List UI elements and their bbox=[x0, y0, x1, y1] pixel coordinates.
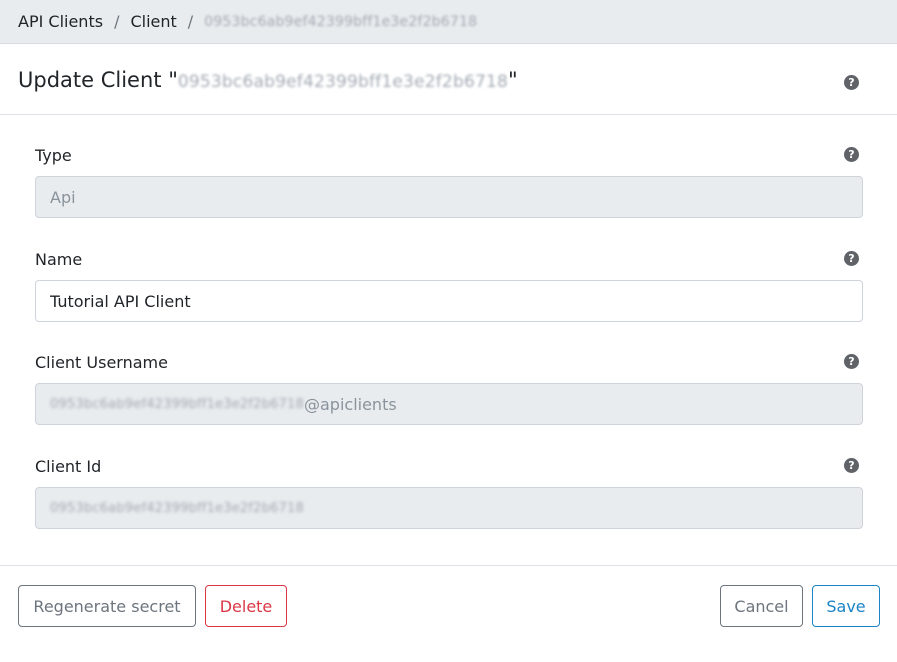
page-title-client-id: 0953bc6ab9ef42399bff1e3e2f2b6718 bbox=[177, 72, 509, 92]
breadcrumb-item-api-clients[interactable]: API Clients bbox=[18, 12, 103, 31]
client-username-field: 0953bc6ab9ef42399bff1e3e2f2b6718 @apiclie… bbox=[35, 383, 863, 425]
help-icon[interactable]: ? bbox=[844, 75, 859, 90]
name-input[interactable] bbox=[35, 280, 863, 322]
client-id-label: Client Id bbox=[35, 457, 102, 476]
breadcrumb-item-client[interactable]: Client bbox=[130, 12, 176, 31]
client-username-label: Client Username bbox=[35, 353, 168, 372]
modal-header: Update Client "0953bc6ab9ef42399bff1e3e2… bbox=[0, 45, 897, 115]
type-value: Api bbox=[50, 187, 76, 207]
client-id-value: 0953bc6ab9ef42399bff1e3e2f2b6718 bbox=[50, 500, 304, 516]
name-label: Name bbox=[35, 250, 83, 269]
delete-button[interactable]: Delete bbox=[205, 585, 287, 627]
type-field: Api bbox=[35, 176, 863, 218]
breadcrumb: API Clients / Client / 0953bc6ab9ef42399… bbox=[0, 0, 897, 44]
client-username-help-icon[interactable]: ? bbox=[844, 354, 859, 369]
cancel-button[interactable]: Cancel bbox=[720, 585, 803, 627]
page-title-suffix: " bbox=[508, 68, 518, 92]
modal-footer: Regenerate secret Delete Cancel Save bbox=[0, 565, 897, 662]
client-username-suffix: @apiclients bbox=[303, 394, 397, 414]
client-id-help-icon[interactable]: ? bbox=[844, 458, 859, 473]
page-title-prefix: Update Client " bbox=[18, 68, 178, 92]
breadcrumb-current: 0953bc6ab9ef42399bff1e3e2f2b6718 bbox=[204, 13, 478, 30]
client-username-value: 0953bc6ab9ef42399bff1e3e2f2b6718 bbox=[50, 396, 304, 412]
regenerate-secret-button[interactable]: Regenerate secret bbox=[18, 585, 196, 627]
type-help-icon[interactable]: ? bbox=[844, 147, 859, 162]
breadcrumb-separator: / bbox=[114, 12, 120, 31]
page-title: Update Client "0953bc6ab9ef42399bff1e3e2… bbox=[18, 68, 518, 92]
breadcrumb-separator: / bbox=[187, 12, 194, 31]
name-help-icon[interactable]: ? bbox=[844, 251, 859, 266]
type-label: Type bbox=[35, 146, 72, 165]
save-button[interactable]: Save bbox=[812, 585, 880, 627]
client-id-field: 0953bc6ab9ef42399bff1e3e2f2b6718 bbox=[35, 487, 863, 529]
